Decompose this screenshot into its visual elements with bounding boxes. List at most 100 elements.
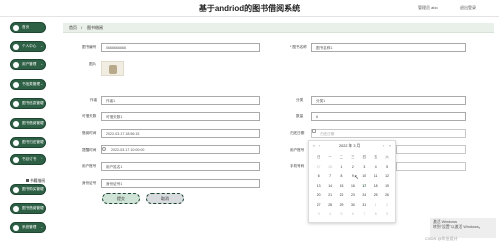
idcard-label: 身份证号: [82, 181, 97, 185]
date-cell[interactable]: 1: [336, 163, 347, 173]
sidebar-item-system[interactable]: 系统管理 ⌄: [10, 222, 46, 233]
logout-link[interactable]: 退出登录: [460, 5, 476, 11]
account-field[interactable]: 用户姓名1: [101, 162, 260, 171]
date-cell[interactable]: 8: [336, 172, 347, 182]
date-cell[interactable]: 19: [381, 182, 392, 192]
sidebar-item-home[interactable]: 首页: [10, 22, 46, 33]
cancel-button[interactable]: 取消: [146, 193, 184, 204]
sidebar-subitem-label: 书籍借阅: [30, 179, 46, 183]
prev-year-button[interactable]: «: [313, 144, 315, 148]
next-year-button[interactable]: »: [389, 144, 391, 148]
date-cell[interactable]: 22: [336, 191, 347, 201]
date-cell[interactable]: 12: [381, 172, 392, 182]
phone-field[interactable]: [396, 162, 466, 171]
date-cell[interactable]: 29: [336, 201, 347, 211]
borrow-icon: [13, 206, 19, 212]
author-label: 作者: [90, 98, 98, 102]
date-cell[interactable]: 28: [324, 163, 335, 173]
date-cell[interactable]: 2: [381, 201, 392, 211]
date-cell[interactable]: 3: [359, 163, 370, 173]
chevron-down-icon: ⌄: [40, 225, 43, 229]
date-cell[interactable]: 11: [370, 172, 381, 182]
author-field[interactable]: 作者1: [101, 96, 260, 105]
date-cell[interactable]: 16: [347, 182, 358, 192]
date-cell[interactable]: 10: [359, 172, 370, 182]
date-cell[interactable]: 17: [359, 182, 370, 192]
borrow-date-field[interactable]: 2022-03-17 18:56:15: [101, 129, 260, 138]
date-cell[interactable]: 6: [347, 210, 358, 220]
sidebar-item-order[interactable]: 书目订书 ⌃: [10, 154, 46, 165]
date-cell[interactable]: 9: [381, 210, 392, 220]
date-picker-title[interactable]: 2022 年 3 月: [339, 144, 360, 149]
account-label: 用户账号: [82, 164, 97, 168]
sidebar-item-borrow[interactable]: 图书借阅管理 ⌄: [10, 118, 46, 129]
sidebar-item-return[interactable]: 图书归还管理 ⌄: [10, 137, 46, 148]
weekday-label: 日: [317, 155, 321, 159]
quantity-field[interactable]: 6: [311, 112, 466, 121]
activation-watermark: 激活 Windows 转到"设置"以激活 Windows。: [430, 218, 496, 238]
users-icon: [13, 62, 19, 68]
book-no-field[interactable]: 0666666666: [101, 43, 260, 52]
sidebar-item-book-info[interactable]: 图书信息管理 ⌄: [10, 98, 46, 109]
date-cell[interactable]: 14: [324, 182, 335, 192]
date-cell[interactable]: 18: [370, 182, 381, 192]
weekday-label: 三: [351, 155, 355, 159]
date-cell[interactable]: 5: [381, 163, 392, 173]
date-cell[interactable]: 7: [324, 172, 335, 182]
book-cover-image[interactable]: [101, 61, 124, 76]
date-cell[interactable]: 30: [347, 201, 358, 211]
date-cell[interactable]: 27: [313, 201, 324, 211]
return-date-field[interactable]: 归还日期: [311, 129, 466, 138]
date-cell[interactable]: 26: [381, 191, 392, 201]
date-cell[interactable]: 27: [313, 163, 324, 173]
date-cell[interactable]: 31: [359, 201, 370, 211]
date-cell[interactable]: 2: [347, 163, 358, 173]
category-field[interactable]: 分类1: [311, 96, 466, 105]
date-cell[interactable]: 8: [370, 210, 381, 220]
order-icon: [13, 157, 19, 163]
prev-month-button[interactable]: ‹: [319, 144, 320, 148]
borrow-icon: [13, 121, 19, 127]
next-month-button[interactable]: ›: [383, 144, 384, 148]
date-picker-grid: 日一二三四五六 27 28 1 2 3 4 5 6 7 8 9 10 11 12 13 14 15 16 17 18 19…: [313, 153, 393, 220]
date-cell[interactable]: 15: [336, 182, 347, 192]
submit-button[interactable]: 提交: [102, 193, 140, 204]
date-cell[interactable]: 20: [313, 191, 324, 201]
idcard-field[interactable]: 身份证号1: [101, 179, 260, 188]
weekday-label: 六: [385, 155, 389, 159]
date-row: 20 21 22 23 24 25 26: [313, 191, 393, 201]
date-cell[interactable]: 24: [359, 191, 370, 201]
sidebar-item-label: 书目订书: [22, 157, 37, 161]
shelf-field[interactable]: 可借天数1: [101, 112, 260, 121]
date-cell[interactable]: 3: [313, 210, 324, 220]
sidebar-item-profile[interactable]: 个人中心 ⌄: [10, 41, 46, 52]
reminder-field[interactable]: 2022-03-17 10:00:00: [101, 145, 260, 154]
date-cell[interactable]: 1: [370, 201, 381, 211]
book-name-field[interactable]: 图书名称1: [311, 43, 466, 52]
date-cell[interactable]: 13: [313, 182, 324, 192]
date-cell[interactable]: 28: [324, 201, 335, 211]
date-cell[interactable]: 4: [370, 163, 381, 173]
borrow-date-label: 借阅时间: [82, 131, 97, 135]
date-cell[interactable]: 7: [359, 210, 370, 220]
date-cell[interactable]: 6: [313, 172, 324, 182]
sidebar-item-borrow-2[interactable]: 图书借阅管理 ⌄: [10, 203, 46, 214]
sidebar-item-users[interactable]: 用户管理 ⌄: [10, 59, 46, 70]
chevron-down-icon: ⌄: [40, 140, 43, 144]
date-cell[interactable]: 4: [324, 210, 335, 220]
date-cell[interactable]: 21: [324, 191, 335, 201]
date-cell[interactable]: 5: [336, 210, 347, 220]
weekday-label: 二: [339, 155, 344, 159]
weekday-label: 一: [328, 155, 332, 159]
weekday-header-row: 日一二三四五六: [313, 153, 393, 163]
book-name-label: * 图书名称: [290, 45, 307, 49]
list-icon: [26, 179, 29, 182]
chevron-down-icon: ⌄: [40, 187, 43, 191]
settings-icon: [13, 225, 19, 231]
date-cell[interactable]: 23: [347, 191, 358, 201]
date-cell[interactable]: 25: [370, 191, 381, 201]
sidebar-item-purchase[interactable]: 图书购买管理 ⌄: [10, 184, 46, 195]
username-field[interactable]: [396, 145, 466, 154]
breadcrumb-home[interactable]: 首页: [69, 25, 77, 31]
sidebar-item-book-category[interactable]: 书信类管理 ⌄: [10, 79, 46, 90]
